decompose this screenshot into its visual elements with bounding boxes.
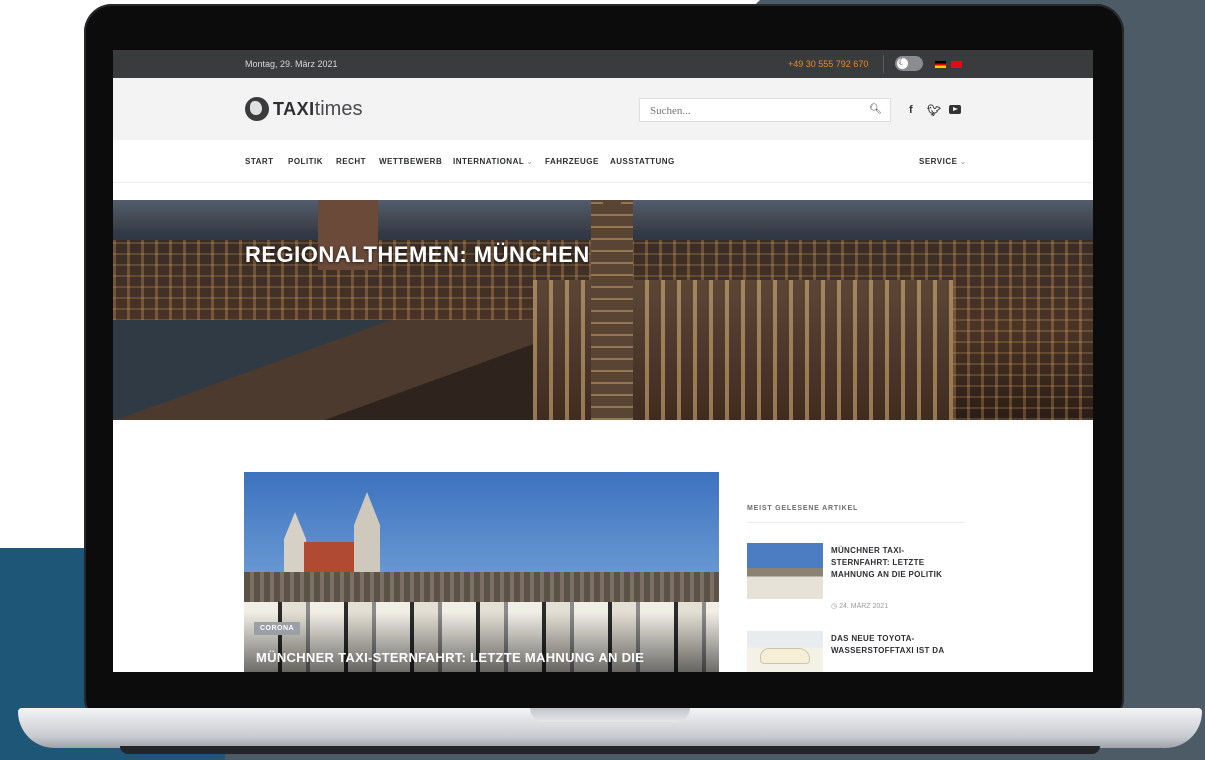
hero-town-hall-tower bbox=[591, 200, 633, 420]
featured-article-card[interactable]: CORONA MÜNCHNER TAXI-STERNFAHRT: LETZTE … bbox=[244, 472, 719, 672]
nav-item-ausstattung[interactable]: AUSSTATTUNG bbox=[610, 157, 675, 166]
hero-banner: REGIONALTHEMEN: MÜNCHEN bbox=[113, 200, 1093, 420]
featured-article-title[interactable]: MÜNCHNER TAXI-STERNFAHRT: LETZTE MAHNUNG… bbox=[256, 650, 644, 665]
main-navigation: START POLITIK RECHT WETTBEWERB INTERNATI… bbox=[113, 140, 1093, 183]
sidebar-article-thumbnail[interactable] bbox=[747, 543, 823, 599]
language-tr-flag-icon[interactable] bbox=[951, 61, 962, 68]
twitter-icon[interactable]: 🐦︎ bbox=[927, 104, 941, 117]
nav-item-start[interactable]: START bbox=[245, 157, 274, 166]
sidebar-article-date: ◷ 24. MÄRZ 2021 bbox=[831, 602, 888, 610]
nav-item-international-label: INTERNATIONAL bbox=[453, 157, 525, 166]
page-title: REGIONALTHEMEN: MÜNCHEN bbox=[245, 242, 590, 267]
topbar-divider bbox=[883, 55, 884, 73]
nav-item-politik[interactable]: POLITIK bbox=[288, 157, 323, 166]
current-date: Montag, 29. März 2021 bbox=[245, 59, 338, 69]
chevron-down-icon: ⌄ bbox=[526, 157, 534, 166]
laptop-opening-notch bbox=[530, 708, 690, 722]
laptop-screen: Montag, 29. März 2021 +49 30 555 792 670… bbox=[113, 50, 1093, 672]
sidebar-article-title[interactable]: MÜNCHNER TAXI-STERNFAHRT: LETZTE MAHNUNG… bbox=[831, 545, 961, 581]
phone-number-link[interactable]: +49 30 555 792 670 bbox=[788, 59, 868, 69]
logo-text-bold: TAXI bbox=[273, 98, 315, 119]
category-badge[interactable]: CORONA bbox=[254, 622, 301, 635]
search-input[interactable] bbox=[648, 102, 852, 120]
topbar: Montag, 29. März 2021 +49 30 555 792 670… bbox=[113, 50, 1093, 78]
laptop-foot bbox=[120, 746, 1100, 754]
nav-item-service-label: SERVICE bbox=[919, 157, 958, 166]
nav-item-recht[interactable]: RECHT bbox=[336, 157, 366, 166]
clock-icon: ◷ bbox=[831, 603, 838, 610]
nav-item-international[interactable]: INTERNATIONAL ⌄ bbox=[453, 157, 533, 166]
sidebar-title: MEIST GELESENE ARTIKEL bbox=[747, 505, 859, 512]
youtube-icon[interactable] bbox=[949, 105, 961, 114]
nav-item-fahrzeuge[interactable]: FAHRZEUGE bbox=[545, 157, 599, 166]
nav-item-service[interactable]: SERVICE ⌄ bbox=[919, 157, 967, 166]
sidebar-article-thumbnail[interactable] bbox=[747, 631, 823, 672]
globe-logo-icon bbox=[245, 97, 269, 121]
sidebar-divider bbox=[747, 522, 965, 523]
logo-text-light: times bbox=[314, 97, 363, 120]
sidebar-article-title[interactable]: DAS NEUE TOYOTA-WASSERSTOFFTAXI IST DA bbox=[831, 633, 961, 657]
chevron-down-icon: ⌄ bbox=[959, 157, 967, 166]
site-header: TAXI times 🔍︎ f 🐦︎ bbox=[113, 78, 1093, 140]
search-icon[interactable]: 🔍︎ bbox=[869, 104, 882, 115]
nav-item-wettbewerb[interactable]: WETTBEWERB bbox=[379, 157, 442, 166]
hero-rooftops bbox=[113, 320, 533, 420]
sidebar-article-date-text: 24. MÄRZ 2021 bbox=[839, 603, 889, 610]
dark-mode-toggle[interactable]: ☾ bbox=[895, 56, 923, 71]
search-box: 🔍︎ bbox=[639, 98, 891, 122]
facebook-icon[interactable]: f bbox=[909, 104, 913, 116]
moon-icon: ☾ bbox=[898, 57, 907, 67]
site-logo[interactable]: TAXI times bbox=[245, 94, 362, 124]
language-de-flag-icon[interactable] bbox=[935, 61, 946, 68]
